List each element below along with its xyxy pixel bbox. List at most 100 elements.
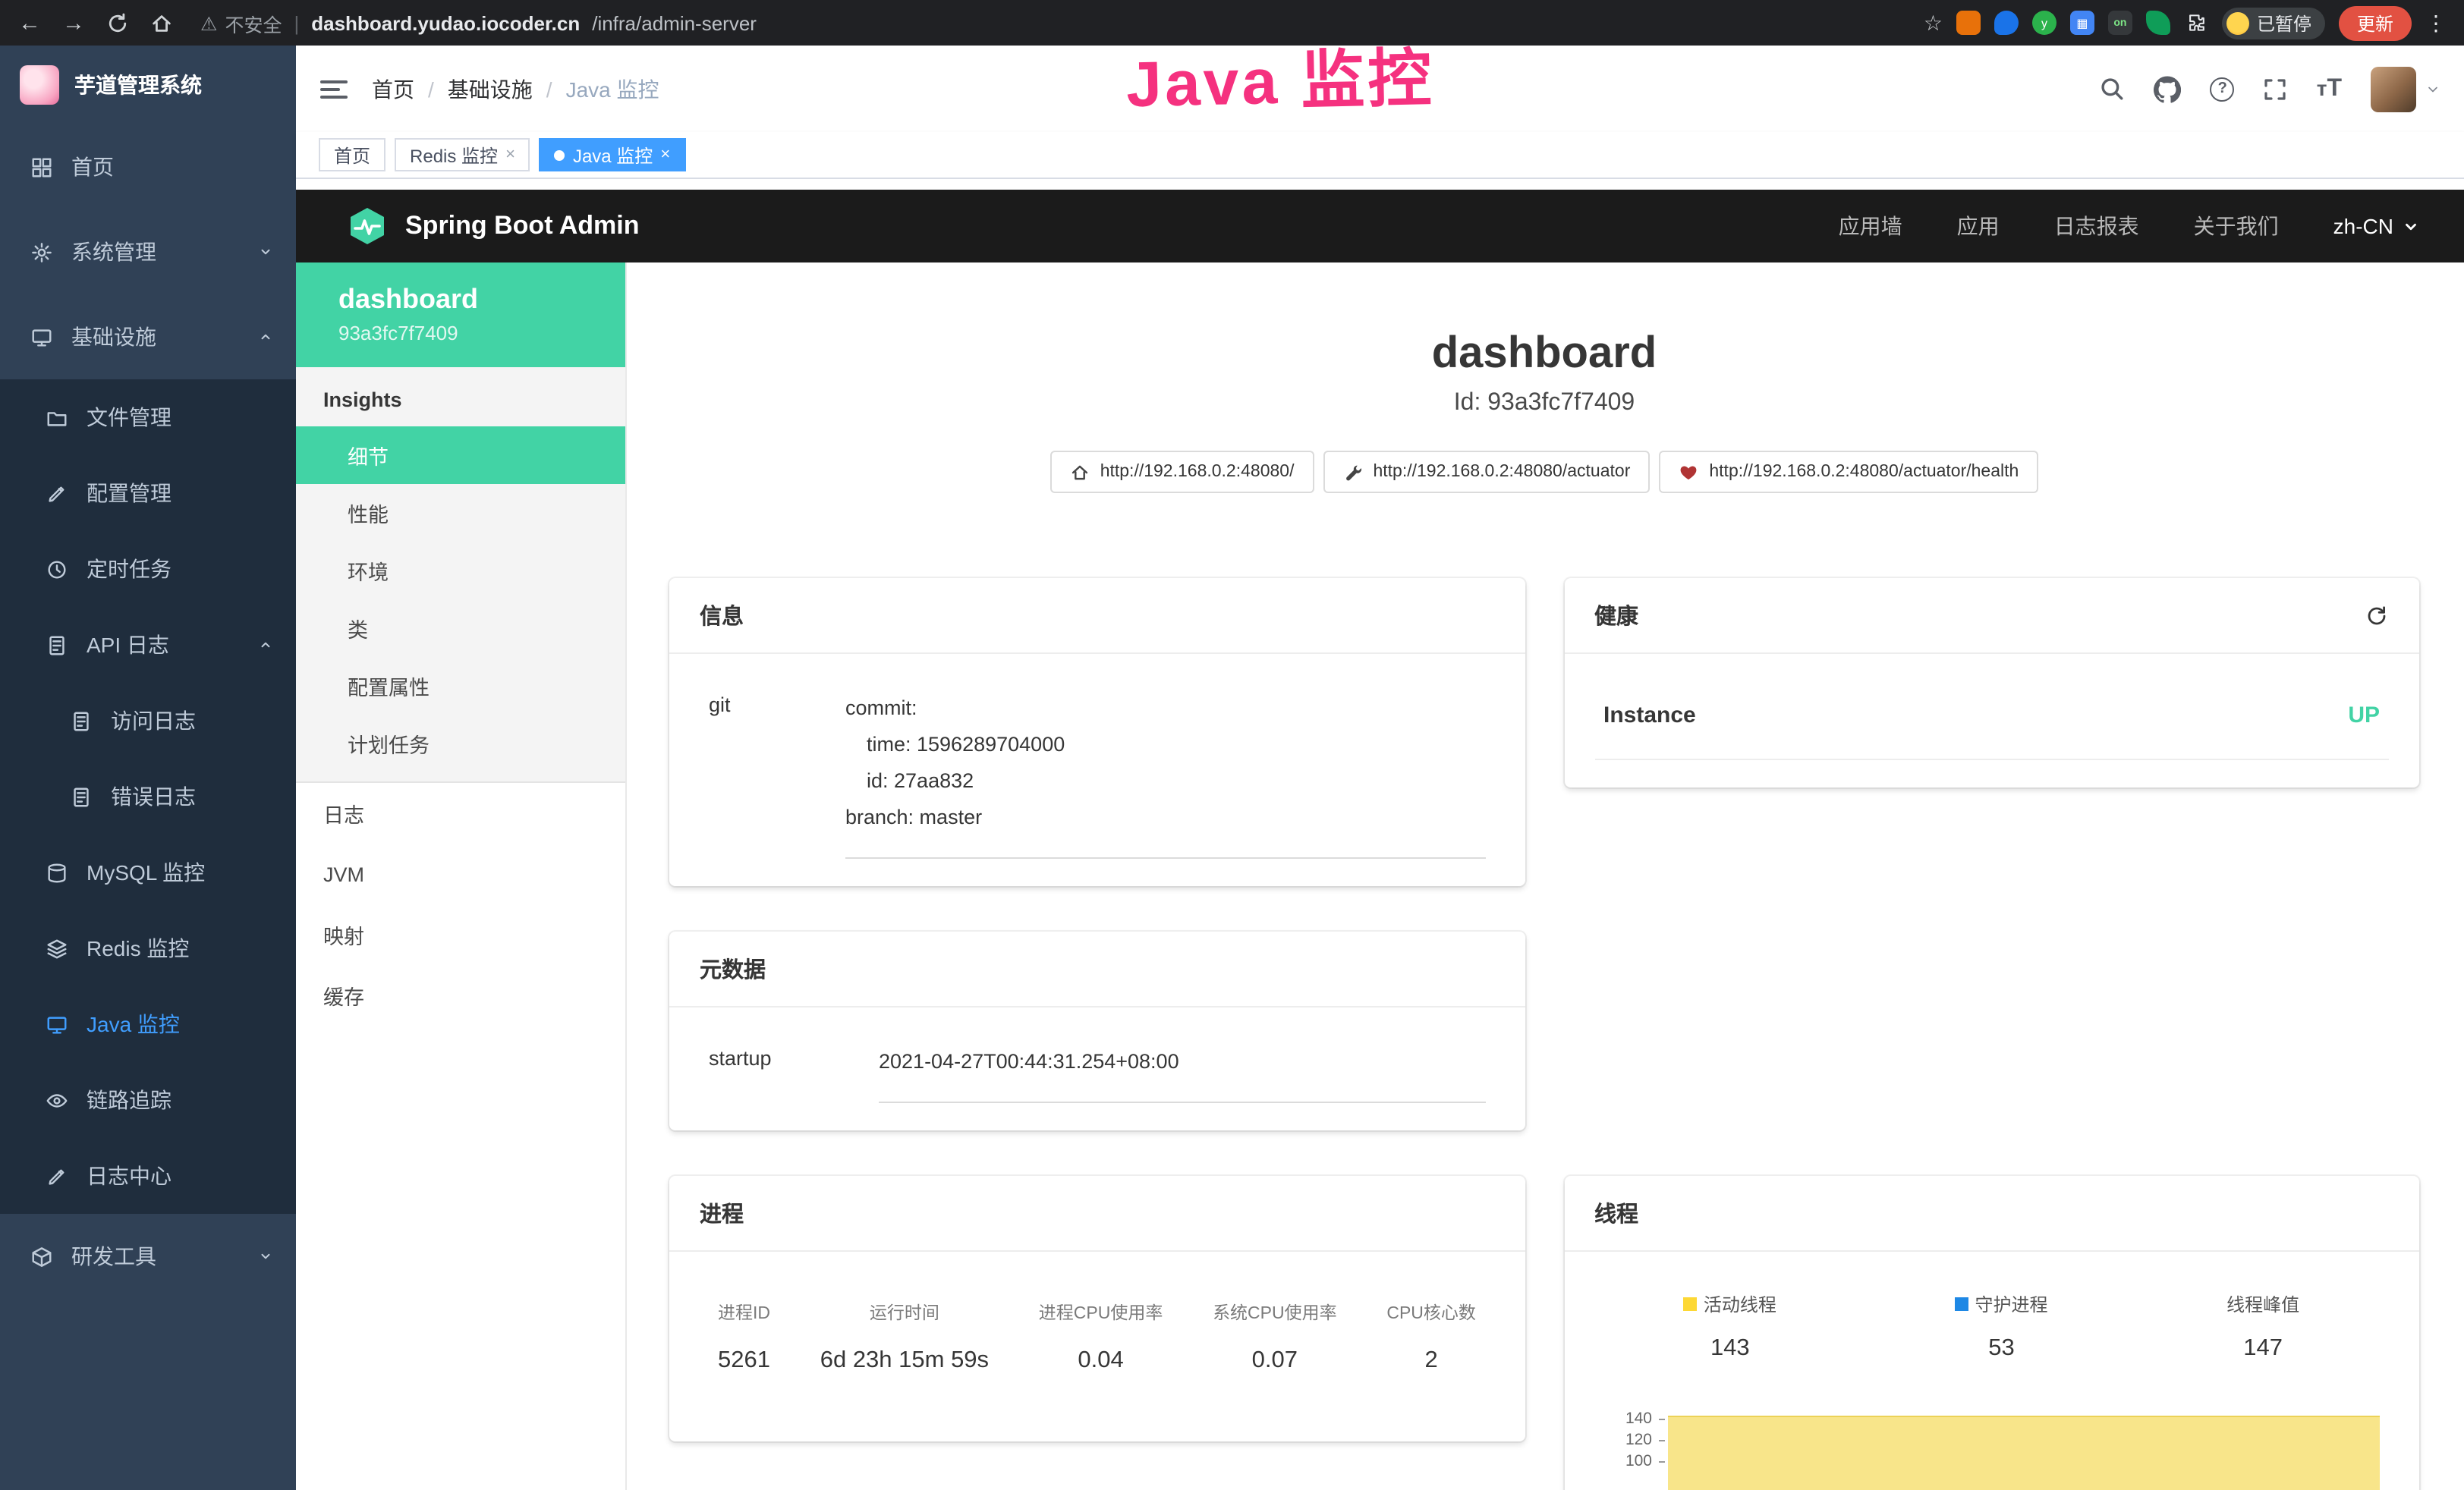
sba-main: dashboard Id: 93a3fc7f7409 http://192.16… — [627, 262, 2464, 1490]
sba-menu-environment[interactable]: 环境 — [296, 542, 625, 599]
health-card: 健康 Instance UP — [1564, 578, 2419, 787]
endpoint-root-button[interactable]: http://192.168.0.2:48080/ — [1050, 451, 1314, 493]
sidebar-item-label: 基础设施 — [71, 322, 156, 352]
tab-java-monitor[interactable]: Java 监控 × — [540, 138, 685, 171]
close-icon[interactable]: × — [505, 146, 515, 164]
sidebar-item-java-monitor[interactable]: Java 监控 — [0, 986, 296, 1062]
endpoint-actuator-button[interactable]: http://192.168.0.2:48080/actuator — [1323, 451, 1650, 493]
sba-menu-mappings[interactable]: 映射 — [296, 904, 625, 965]
extension-icon-leaf[interactable] — [2146, 11, 2170, 35]
breadcrumb-home[interactable]: 首页 — [372, 74, 414, 104]
sidebar-item-log-center[interactable]: 日志中心 — [0, 1138, 296, 1214]
sba-link-about[interactable]: 关于我们 — [2194, 211, 2279, 241]
sidebar-item-label: 链路追踪 — [87, 1085, 172, 1115]
warning-icon: ⚠ — [200, 11, 217, 34]
sidebar-item-label: MySQL 监控 — [87, 857, 205, 888]
history-icon[interactable] — [2365, 603, 2389, 627]
sba-menu-performance[interactable]: 性能 — [296, 484, 625, 542]
extension-icon-grid[interactable]: ▦ — [2070, 11, 2094, 35]
sba-menu-details[interactable]: 细节 — [296, 426, 625, 484]
edit-icon — [46, 482, 70, 505]
sba-link-journal[interactable]: 日志报表 — [2054, 211, 2139, 241]
topbar: 首页 / 基础设施 / Java 监控 ? — [296, 46, 2464, 132]
sba-locale-select[interactable]: zh-CN — [2333, 214, 2419, 238]
reload-icon[interactable] — [106, 11, 129, 34]
user-menu[interactable] — [2371, 66, 2440, 112]
sidebar-item-mysql-monitor[interactable]: MySQL 监控 — [0, 835, 296, 910]
endpoint-links: http://192.168.0.2:48080/ http://192.168… — [669, 451, 2419, 493]
sba-link-wallboard[interactable]: 应用墙 — [1839, 211, 1902, 241]
hamburger-icon[interactable] — [320, 80, 348, 98]
sba-instance-header[interactable]: dashboard 93a3fc7f7409 — [296, 262, 625, 367]
redis-icon — [46, 937, 70, 960]
sidebar-item-label: Java 监控 — [87, 1009, 180, 1039]
sidebar-item-label: 文件管理 — [87, 402, 172, 432]
bookmark-star-icon[interactable]: ☆ — [1924, 10, 1943, 36]
extension-icon-green-circle[interactable]: y — [2032, 11, 2056, 35]
process-stat: 运行时间 6d 23h 15m 59s — [820, 1300, 989, 1375]
sidebar-item-api-log[interactable]: API 日志 — [0, 607, 296, 683]
help-icon[interactable]: ? — [2211, 77, 2235, 101]
health-card-title: 健康 — [1594, 599, 1638, 631]
metadata-key: startup — [709, 1044, 879, 1103]
tab-home[interactable]: 首页 — [319, 138, 385, 171]
sba-brand[interactable]: Spring Boot Admin — [348, 206, 640, 246]
home-icon — [1070, 462, 1090, 482]
forward-icon[interactable]: → — [62, 11, 85, 34]
endpoint-url: http://192.168.0.2:48080/actuator/health — [1709, 463, 2019, 481]
sidebar-item-infrastructure[interactable]: 基础设施 — [0, 294, 296, 379]
search-icon[interactable] — [2100, 76, 2126, 102]
sidebar-item-devtools[interactable]: 研发工具 — [0, 1214, 296, 1299]
sba-menu-caches[interactable]: 缓存 — [296, 965, 625, 1026]
sidebar-item-access-log[interactable]: 访问日志 — [0, 683, 296, 759]
github-icon[interactable] — [2154, 75, 2182, 102]
sync-paused-label: 已暂停 — [2257, 10, 2311, 36]
sba-link-applications[interactable]: 应用 — [1957, 211, 2000, 241]
info-card-title: 信息 — [669, 578, 1525, 654]
sidebar-item-scheduled-jobs[interactable]: 定时任务 — [0, 531, 296, 607]
extension-icon-orange[interactable] — [1956, 11, 1981, 35]
tab-label: Java 监控 — [573, 142, 653, 168]
home-nav-icon[interactable] — [150, 11, 173, 34]
sidebar-item-config-manage[interactable]: 配置管理 — [0, 455, 296, 531]
sidebar-item-redis-monitor[interactable]: Redis 监控 — [0, 910, 296, 986]
fullscreen-icon[interactable] — [2264, 77, 2288, 101]
mysql-icon — [46, 861, 70, 884]
sba-menu-classes[interactable]: 类 — [296, 599, 625, 657]
tab-redis-monitor[interactable]: Redis 监控 × — [395, 138, 530, 171]
back-icon[interactable]: ← — [18, 11, 41, 34]
breadcrumb-separator: / — [546, 77, 552, 101]
close-icon[interactable]: × — [660, 146, 670, 164]
breadcrumb: 首页 / 基础设施 / Java 监控 — [372, 74, 659, 104]
breadcrumb-infra[interactable]: 基础设施 — [448, 74, 533, 104]
extensions-puzzle-icon[interactable] — [2184, 11, 2208, 35]
sba-menu-config-props[interactable]: 配置属性 — [296, 657, 625, 715]
browser-menu-icon[interactable]: ⋮ — [2425, 10, 2447, 36]
endpoint-health-button[interactable]: http://192.168.0.2:48080/actuator/health — [1659, 451, 2038, 493]
address-bar[interactable]: ⚠ 不安全 | dashboard.yudao.iocoder.cn/infra… — [200, 8, 757, 37]
sidebar-item-file-manage[interactable]: 文件管理 — [0, 379, 296, 455]
font-size-icon[interactable]: тT — [2317, 75, 2342, 102]
extension-icon-switch[interactable]: on — [2108, 11, 2132, 35]
sidebar-item-error-log[interactable]: 错误日志 — [0, 759, 296, 835]
sba-menu-logs[interactable]: 日志 — [296, 783, 625, 844]
sidebar-item-home[interactable]: 首页 — [0, 124, 296, 209]
sba-menu-jvm[interactable]: JVM — [296, 844, 625, 904]
infrastructure-icon — [30, 325, 55, 348]
app-title: 芋道管理系统 — [74, 70, 202, 100]
profile-chip[interactable]: 已暂停 — [2222, 7, 2325, 39]
extension-icon-drop[interactable] — [1994, 11, 2019, 35]
folder-icon — [46, 406, 70, 429]
legend-daemon-threads: 守护进程 53 — [1955, 1291, 2047, 1363]
sidebar-item-trace[interactable]: 链路追踪 — [0, 1062, 296, 1138]
sba-body: dashboard 93a3fc7f7409 Insights 细节 性能 环境… — [296, 262, 2464, 1490]
process-card: 进程 进程ID 5261 — [669, 1176, 1525, 1441]
dashboard-icon — [30, 156, 55, 178]
sba-menu-scheduled[interactable]: 计划任务 — [296, 715, 625, 772]
status-badge: UP — [2348, 703, 2380, 728]
security-chip[interactable]: ⚠ 不安全 — [200, 8, 282, 37]
legend-swatch-blue — [1955, 1297, 1968, 1311]
app-logo-row[interactable]: 芋道管理系统 — [0, 46, 296, 124]
update-button[interactable]: 更新 — [2339, 5, 2412, 40]
sidebar-item-system[interactable]: 系统管理 — [0, 209, 296, 294]
